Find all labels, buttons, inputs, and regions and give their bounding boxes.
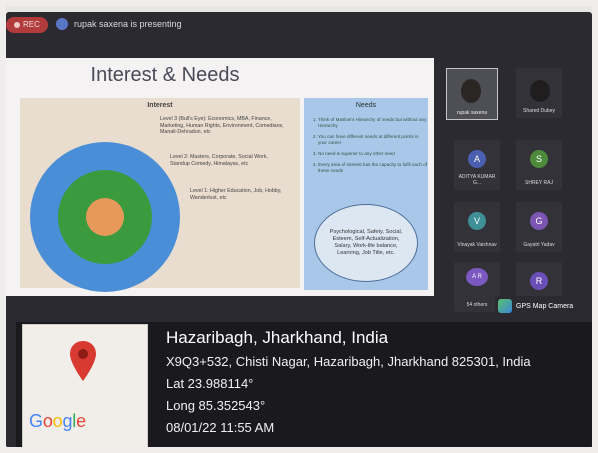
participant-tile-video[interactable]: rupak saxena bbox=[446, 68, 498, 120]
meeting-topbar: REC rupak saxena is presenting bbox=[0, 12, 586, 40]
level-3-text: Level 3 (Bull's Eye): Economics, MBA, Fi… bbox=[160, 116, 284, 136]
participant-avatar: V bbox=[468, 212, 486, 230]
location-longitude: Long 85.352543° bbox=[166, 398, 266, 413]
interest-heading: Interest bbox=[147, 102, 173, 109]
participant-name: 54 others bbox=[466, 302, 488, 308]
location-datetime: 08/01/22 11:55 AM bbox=[166, 420, 275, 435]
gps-chip-label: GPS Map Camera bbox=[516, 302, 574, 310]
needs-panel: Needs Think of Maslow's Hierarchy of nee… bbox=[304, 98, 428, 290]
participant-avatar: G bbox=[530, 212, 548, 230]
presenter-icon bbox=[56, 18, 68, 30]
level-1-text: Level 1: Higher Education, Job, Hobby, W… bbox=[190, 188, 282, 201]
participant-tile[interactable]: Shared Dubey bbox=[516, 68, 562, 118]
needs-heading: Needs bbox=[355, 102, 377, 109]
needs-point: Every area of interest has the capacity … bbox=[318, 162, 428, 174]
participant-name: ADITYA KUMAR G... bbox=[458, 174, 496, 186]
level-3-circle bbox=[86, 198, 124, 236]
participant-name: Shared Dubey bbox=[523, 108, 555, 114]
location-title: Hazaribagh, Jharkhand, India bbox=[166, 328, 389, 347]
participant-avatar: A bbox=[468, 150, 486, 168]
interest-panel: Interest Level 3 (Bull's Eye): Economics… bbox=[20, 98, 300, 292]
rec-label: REC bbox=[23, 20, 40, 29]
participant-tile[interactable]: V Vinayak Vaishnav bbox=[454, 202, 500, 252]
participant-name: SHREY RAJ bbox=[525, 180, 553, 186]
participant-avatar: R bbox=[530, 272, 548, 290]
participant-tile[interactable]: A ADITYA KUMAR G... bbox=[454, 140, 500, 190]
participant-avatar: S bbox=[530, 150, 548, 168]
location-latitude: Lat 23.988114° bbox=[166, 376, 254, 391]
needs-list: Think of Maslow's Hierarchy of needs but… bbox=[304, 117, 428, 174]
participant-tile[interactable]: G Gayatri Yadav bbox=[516, 202, 562, 252]
participant-name: Vinayak Vaishnav bbox=[457, 242, 497, 248]
participant-tile[interactable]: A R 54 others bbox=[454, 262, 500, 312]
level-2-text: Level 2: Masters, Corporate, Social Work… bbox=[170, 154, 268, 167]
gps-map-camera-badge: GPS Map Camera bbox=[495, 296, 580, 316]
gps-camera-icon bbox=[498, 299, 512, 313]
participant-name: rupak saxena bbox=[456, 110, 488, 116]
needs-point: You can have different needs at differen… bbox=[318, 134, 428, 146]
participant-avatar: A R bbox=[466, 268, 488, 286]
participant-photo bbox=[461, 79, 481, 103]
map-pin-icon bbox=[70, 341, 96, 381]
needs-oval: Psychological, Safety, Social, Esteem, S… bbox=[314, 204, 418, 282]
shared-slide: Interest & Needs Interest Level 3 (Bull'… bbox=[6, 58, 434, 296]
recording-badge: REC bbox=[6, 17, 48, 33]
location-address: X9Q3+532, Chisti Nagar, Hazaribagh, Jhar… bbox=[166, 354, 531, 369]
slide-title: Interest & Needs bbox=[90, 64, 240, 86]
google-logo: Google bbox=[29, 411, 86, 431]
needs-point: Think of Maslow's Hierarchy of needs but… bbox=[318, 117, 428, 129]
participant-photo bbox=[530, 80, 550, 102]
record-icon bbox=[14, 22, 20, 28]
participant-name: Gayatri Yadav bbox=[523, 242, 555, 248]
presenter-text: rupak saxena is presenting bbox=[74, 19, 182, 29]
participant-tile[interactable]: S SHREY RAJ bbox=[516, 140, 562, 190]
presenting-banner: rupak saxena is presenting bbox=[56, 18, 182, 30]
needs-point: No need is superior to any other need bbox=[318, 151, 428, 157]
